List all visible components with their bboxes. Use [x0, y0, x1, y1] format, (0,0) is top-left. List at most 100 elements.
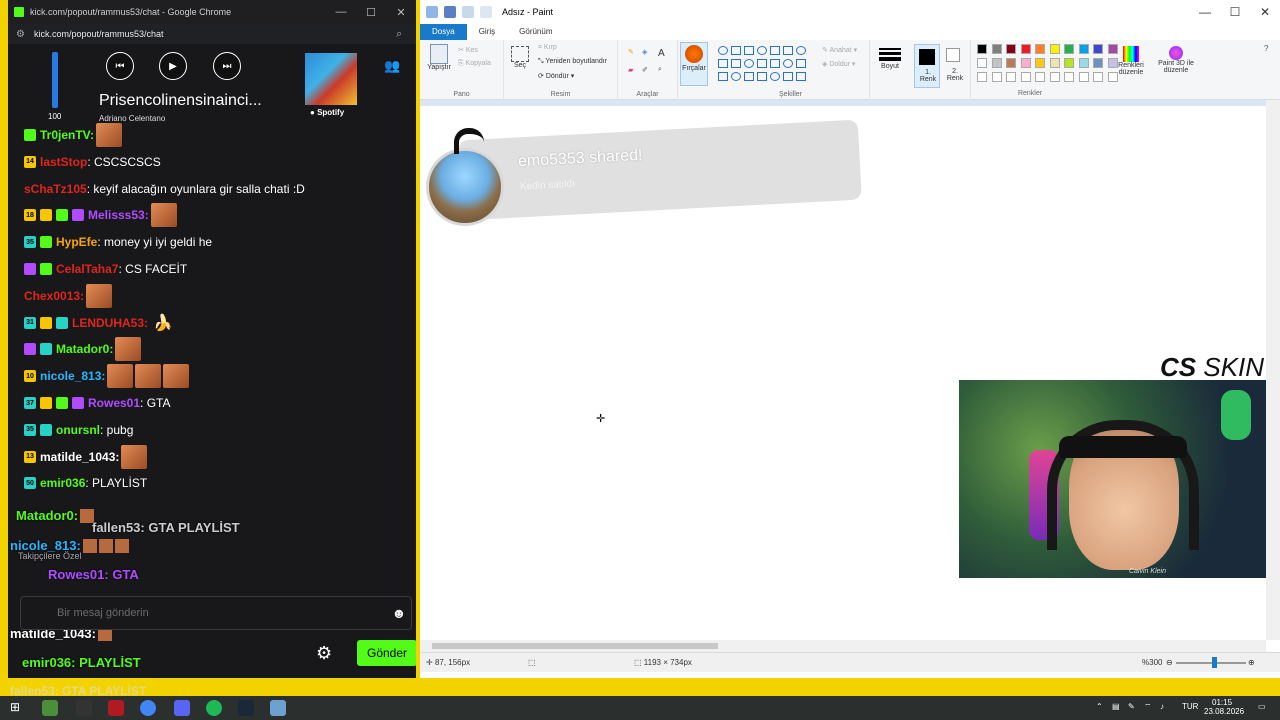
chat-username[interactable]: lastStop: [40, 155, 87, 169]
shape-icon[interactable]: [796, 72, 806, 81]
color-picker-icon[interactable]: ✐: [642, 66, 648, 74]
brushes-button[interactable]: Fırçalar: [680, 42, 708, 86]
volume-slider[interactable]: [52, 52, 58, 108]
chrome-icon[interactable]: [140, 700, 156, 716]
shape-icon[interactable]: [783, 46, 793, 55]
chat-username[interactable]: HypEfe: [56, 235, 97, 249]
shape-icon[interactable]: [731, 72, 741, 81]
shape-icon[interactable]: [744, 46, 754, 55]
voicemeeter-icon[interactable]: [108, 700, 124, 716]
color-swatch[interactable]: [1049, 58, 1060, 68]
chat-username[interactable]: LENDUHA53:: [72, 316, 148, 330]
edit-colors-button[interactable]: Renkleri düzenle: [1116, 46, 1146, 76]
color-swatch[interactable]: [1035, 44, 1045, 54]
shape-icon[interactable]: [731, 59, 741, 68]
tab-home[interactable]: Giriş: [467, 24, 507, 40]
fill-icon[interactable]: ◈: [642, 48, 647, 56]
obs-icon[interactable]: [42, 700, 58, 716]
shape-icon[interactable]: [783, 59, 793, 68]
tab-view[interactable]: Görünüm: [507, 24, 564, 40]
minimize-icon[interactable]: —: [1190, 5, 1220, 19]
redo-icon[interactable]: [480, 6, 492, 18]
close-icon[interactable]: ✕: [1250, 5, 1280, 19]
color-swatch[interactable]: [1064, 44, 1074, 54]
color-swatch[interactable]: [1020, 44, 1031, 54]
resize-button[interactable]: ⤡ Yeniden boyutlandır: [538, 58, 607, 66]
paste-button[interactable]: Yapıştır: [424, 44, 454, 71]
skip-back-icon[interactable]: ⏮: [106, 52, 134, 80]
windows-start-icon[interactable]: ⊞: [10, 700, 26, 716]
magnifier-icon[interactable]: ⌕: [658, 66, 662, 74]
chat-username[interactable]: Chex0013:: [24, 289, 84, 303]
color-swatch[interactable]: [1064, 72, 1074, 82]
paint3d-button[interactable]: Paint 3D ile düzenle: [1154, 46, 1198, 74]
chat-username[interactable]: Rowes01: [88, 396, 140, 410]
chat-users-icon[interactable]: 👥: [384, 58, 400, 74]
zoom-slider-thumb[interactable]: [1212, 657, 1217, 668]
emoji-icon[interactable]: ☻: [387, 605, 411, 621]
shape-icon[interactable]: [757, 59, 767, 68]
shape-icon[interactable]: [796, 59, 806, 68]
vertical-scrollbar[interactable]: [1266, 100, 1280, 640]
text-icon[interactable]: A: [658, 48, 665, 59]
cut-button[interactable]: ✂ Kes: [458, 46, 478, 54]
minimize-icon[interactable]: —: [326, 6, 356, 18]
chat-username[interactable]: emir036: [40, 476, 85, 490]
shape-icon[interactable]: [770, 46, 780, 55]
network-icon[interactable]: ▤: [1112, 702, 1120, 711]
color-swatch[interactable]: [977, 72, 987, 82]
scroll-thumb[interactable]: [432, 643, 718, 649]
chat-username[interactable]: CelalTaha7: [56, 262, 118, 276]
color-swatch[interactable]: [1006, 44, 1016, 54]
eraser-icon[interactable]: ▰: [628, 66, 633, 74]
shape-icon[interactable]: [770, 72, 780, 81]
steam-icon[interactable]: [238, 700, 254, 716]
crop-button[interactable]: ⌗ Kırp: [538, 44, 557, 52]
chat-username[interactable]: Tr0jenTV:: [40, 128, 94, 142]
color-swatch[interactable]: [991, 72, 1002, 82]
maximize-icon[interactable]: ☐: [356, 6, 386, 19]
chat-username[interactable]: Matador0:: [56, 342, 113, 356]
gear-icon[interactable]: ⚙: [316, 643, 332, 664]
copy-button[interactable]: ⎘ Kopyala: [458, 60, 491, 68]
save-icon[interactable]: [444, 6, 456, 18]
chrome-titlebar[interactable]: kick.com/popout/rammus53/chat - Google C…: [8, 0, 416, 24]
shape-icon[interactable]: [783, 72, 793, 81]
color-swatch[interactable]: [991, 44, 1002, 54]
shape-icon[interactable]: [770, 59, 780, 68]
pen-icon[interactable]: ✎: [1128, 702, 1135, 711]
color-swatch[interactable]: [1078, 72, 1089, 82]
color-swatch[interactable]: [1020, 72, 1031, 82]
address-bar[interactable]: ⚙ kick.com/popout/rammus53/chat ⌕: [8, 24, 416, 44]
color-swatch[interactable]: [1035, 58, 1045, 68]
zoom-slider[interactable]: [1176, 662, 1246, 664]
speaker-icon[interactable]: ♪: [1160, 702, 1164, 711]
send-button[interactable]: Gönder: [357, 640, 416, 666]
shape-icon[interactable]: [757, 46, 767, 55]
shape-icon[interactable]: [718, 59, 728, 68]
chat-username[interactable]: matilde_1043:: [40, 450, 119, 464]
color-swatch[interactable]: [1078, 44, 1089, 54]
site-settings-icon[interactable]: ⚙: [16, 29, 34, 40]
chat-username[interactable]: sChaTz105: [24, 182, 87, 196]
color-swatch[interactable]: [1035, 72, 1045, 82]
shape-icon[interactable]: [718, 72, 728, 81]
discord-icon[interactable]: [174, 700, 190, 716]
color-swatch[interactable]: [1093, 72, 1103, 82]
chat-username[interactable]: Melisss53:: [88, 208, 149, 222]
color1-button[interactable]: 1. Renk: [914, 44, 940, 88]
undo-icon[interactable]: [462, 6, 474, 18]
clock-time[interactable]: 01:15: [1212, 698, 1232, 707]
horizontal-scrollbar[interactable]: [420, 640, 1266, 652]
color-swatch[interactable]: [1006, 72, 1016, 82]
chat-username[interactable]: onursnl: [56, 423, 100, 437]
play-icon[interactable]: ▶: [159, 52, 187, 80]
skip-forward-icon[interactable]: ⏭: [213, 52, 241, 80]
zoom-out-icon[interactable]: ⊖: [1166, 658, 1173, 667]
pencil-icon[interactable]: ✎: [628, 48, 634, 56]
zoom-icon[interactable]: ⌕: [396, 28, 416, 41]
close-icon[interactable]: ✕: [386, 6, 416, 19]
notifications-icon[interactable]: ▭: [1258, 702, 1266, 711]
clock-date[interactable]: 23.08.2026: [1204, 707, 1244, 716]
color2-button[interactable]: 2. Renk: [942, 44, 968, 88]
